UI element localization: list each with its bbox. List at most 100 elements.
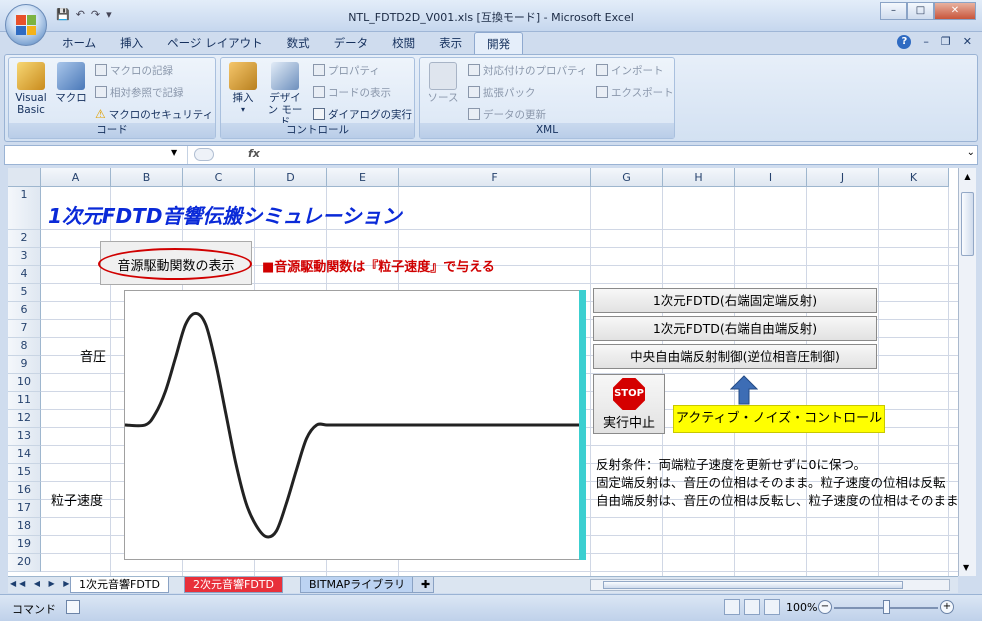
row-header-20[interactable]: 20 <box>8 554 41 572</box>
column-header-d[interactable]: D <box>255 168 327 187</box>
ribbon-close-icon[interactable]: ✕ <box>963 35 972 49</box>
column-header-j[interactable]: J <box>807 168 879 187</box>
scroll-up-icon[interactable]: ▲ <box>959 172 976 181</box>
sheet-tab-2d[interactable]: 2次元音響FDTD <box>184 577 283 593</box>
insert-control-button[interactable]: 挿入 ▾ <box>227 62 259 116</box>
row-header-15[interactable]: 15 <box>8 464 41 482</box>
design-mode-button[interactable]: デザイン モード <box>265 62 305 128</box>
column-header-i[interactable]: I <box>735 168 807 187</box>
expansion-packs-button[interactable]: 拡張パック <box>468 84 536 100</box>
sheet-tab-bitmap[interactable]: BITMAPライブラリ <box>300 577 415 593</box>
row-header-2[interactable]: 2 <box>8 230 41 248</box>
sheet-tab-1d[interactable]: 1次元音響FDTD <box>70 577 169 593</box>
ribbon-restore-icon[interactable]: ❐ <box>941 35 951 49</box>
expand-formula-bar-icon[interactable]: ⌄ <box>967 147 975 158</box>
tab-home[interactable]: ホーム <box>50 32 108 54</box>
row-header-10[interactable]: 10 <box>8 374 41 392</box>
expansion-packs-icon <box>468 86 480 98</box>
fdtd-free-end-button[interactable]: 1次元FDTD(右端自由端反射) <box>593 316 877 341</box>
page-layout-view-icon[interactable] <box>744 599 760 615</box>
row-header-7[interactable]: 7 <box>8 320 41 338</box>
page-break-view-icon[interactable] <box>764 599 780 615</box>
office-button[interactable] <box>5 4 47 46</box>
name-box[interactable] <box>7 147 185 163</box>
ribbon-minimize-icon[interactable]: – <box>923 35 929 49</box>
record-macro-icon <box>95 64 107 76</box>
scroll-down-icon[interactable]: ▼ <box>963 563 969 572</box>
row-header-9[interactable]: 9 <box>8 356 41 374</box>
minimize-button[interactable]: – <box>880 2 907 20</box>
tab-formulas[interactable]: 数式 <box>275 32 322 54</box>
tab-review[interactable]: 校閲 <box>380 32 427 54</box>
column-header-e[interactable]: E <box>327 168 399 187</box>
source-function-note: ■音源駆動関数は『粒子速度』で与える <box>262 260 495 275</box>
row-header-14[interactable]: 14 <box>8 446 41 464</box>
tab-data[interactable]: データ <box>322 32 381 54</box>
macro-security-button[interactable]: ⚠ マクロのセキュリティ <box>95 106 213 122</box>
column-header-g[interactable]: G <box>591 168 663 187</box>
row-header-4[interactable]: 4 <box>8 266 41 284</box>
map-properties-button[interactable]: 対応付けのプロパティ <box>468 62 587 78</box>
tab-developer[interactable]: 開発 <box>474 32 524 54</box>
zoom-in-icon[interactable]: + <box>940 600 954 614</box>
formula-input[interactable] <box>267 147 957 163</box>
column-header-c[interactable]: C <box>183 168 255 187</box>
worksheet[interactable]: ABCDEFGHIJK 1 2 3 4 5 6 7 8 9 10 11 12 13 14 15 16 17 18 1… <box>8 168 958 576</box>
zoom-level[interactable]: 100% <box>786 601 817 614</box>
tab-insert[interactable]: 挿入 <box>108 32 155 54</box>
horizontal-scroll-thumb[interactable] <box>603 581 903 589</box>
name-box-dropdown-icon[interactable]: ▼ <box>171 148 177 157</box>
vertical-scroll-thumb[interactable] <box>961 192 974 256</box>
insert-function-button[interactable]: fx <box>248 147 260 160</box>
column-header-b[interactable]: B <box>111 168 183 187</box>
row-header-1[interactable]: 1 <box>8 187 41 230</box>
row-header-5[interactable]: 5 <box>8 284 41 302</box>
insert-sheet-icon[interactable]: ✚ <box>412 577 434 593</box>
row-header-8[interactable]: 8 <box>8 338 41 356</box>
row-header-11[interactable]: 11 <box>8 392 41 410</box>
stop-execution-button[interactable]: STOP 実行中止 <box>593 374 665 434</box>
relative-reference-button[interactable]: 相対参照で記録 <box>95 84 184 100</box>
row-header-19[interactable]: 19 <box>8 536 41 554</box>
vertical-scrollbar[interactable]: ▲ ▼ <box>958 168 976 576</box>
fdtd-fixed-end-button[interactable]: 1次元FDTD(右端固定端反射) <box>593 288 877 313</box>
visual-basic-button[interactable]: Visual Basic <box>13 62 49 116</box>
help-icon[interactable]: ? <box>897 35 912 49</box>
row-header-12[interactable]: 12 <box>8 410 41 428</box>
column-header-k[interactable]: K <box>879 168 949 187</box>
center-free-end-control-button[interactable]: 中央自由端反射制御(逆位相音圧制御) <box>593 344 877 369</box>
view-code-button[interactable]: コードの表示 <box>313 84 391 100</box>
source-button[interactable]: ソース <box>426 62 460 104</box>
record-macro-button[interactable]: マクロの記録 <box>95 62 173 78</box>
run-dialog-button[interactable]: ダイアログの実行 <box>313 106 412 122</box>
column-header-h[interactable]: H <box>663 168 735 187</box>
waveform-chart[interactable] <box>124 290 580 560</box>
column-header-a[interactable]: A <box>41 168 111 187</box>
waveform-point <box>235 463 237 465</box>
row-header-13[interactable]: 13 <box>8 428 41 446</box>
row-header-18[interactable]: 18 <box>8 518 41 536</box>
tab-view[interactable]: 表示 <box>427 32 474 54</box>
row-header-6[interactable]: 6 <box>8 302 41 320</box>
macro-button[interactable]: マクロ <box>55 62 87 104</box>
waveform-point <box>184 323 187 326</box>
zoom-out-icon[interactable]: − <box>818 600 832 614</box>
column-header-f[interactable]: F <box>399 168 591 187</box>
row-header-3[interactable]: 3 <box>8 248 41 266</box>
row-header-16[interactable]: 16 <box>8 482 41 500</box>
normal-view-icon[interactable] <box>724 599 740 615</box>
row-header-17[interactable]: 17 <box>8 500 41 518</box>
refresh-data-button[interactable]: データの更新 <box>468 106 546 122</box>
show-source-function-button[interactable]: 音源駆動関数の表示 <box>98 241 252 285</box>
zoom-slider-thumb[interactable] <box>883 600 890 614</box>
close-button[interactable]: ✕ <box>934 2 976 20</box>
horizontal-scrollbar[interactable] <box>590 579 950 591</box>
macro-icon <box>57 62 85 90</box>
maximize-button[interactable]: □ <box>907 2 934 20</box>
tab-page-layout[interactable]: ページ レイアウト <box>155 32 274 54</box>
properties-button[interactable]: プロパティ <box>313 62 380 78</box>
formula-cancel-icon[interactable] <box>194 148 214 161</box>
export-button[interactable]: エクスポート <box>596 84 674 100</box>
macro-record-icon[interactable] <box>66 600 80 614</box>
import-button[interactable]: インポート <box>596 62 664 78</box>
